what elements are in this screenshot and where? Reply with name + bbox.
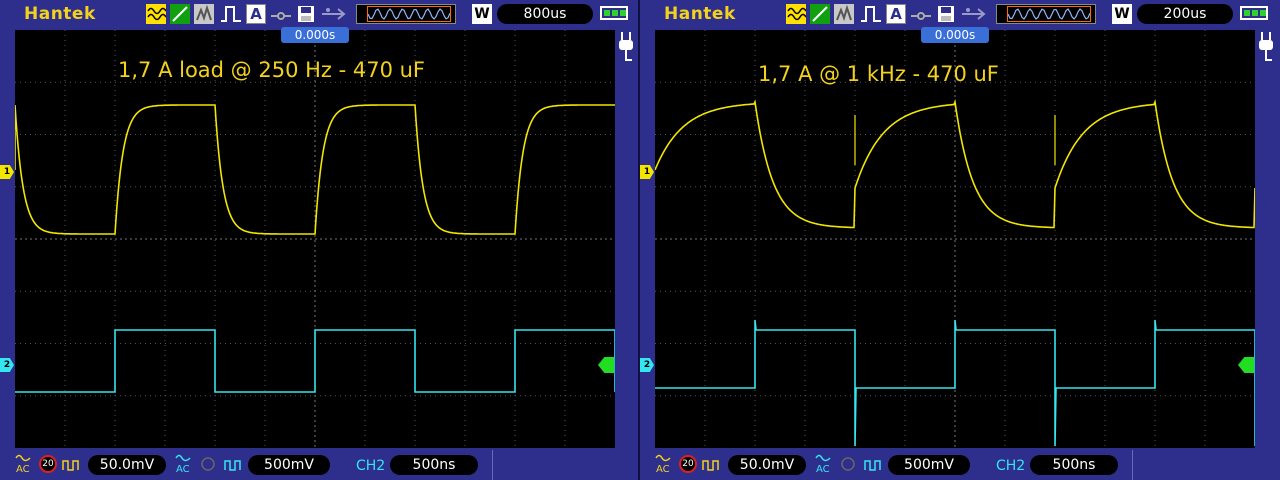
scope-right: Hantek A W 200us 0.000s 1,7 A @ 1 kHz - … bbox=[640, 0, 1280, 480]
auto-icon[interactable]: A bbox=[246, 4, 266, 24]
power-plug-icon bbox=[1259, 32, 1273, 61]
link-icon[interactable] bbox=[270, 4, 292, 24]
trigger-position-readout[interactable]: 0.000s bbox=[281, 27, 349, 43]
brand-logo: Hantek bbox=[664, 4, 736, 24]
w-button[interactable]: W bbox=[1112, 4, 1132, 24]
ac-coupling-icon bbox=[655, 454, 671, 462]
trigger-source-label[interactable]: CH2 bbox=[996, 458, 1025, 474]
waveform-icon[interactable] bbox=[146, 4, 166, 24]
auto-icon[interactable]: A bbox=[886, 4, 906, 24]
waveform-display[interactable] bbox=[15, 30, 615, 448]
top-toolbar: Hantek A W 800us bbox=[0, 0, 640, 28]
ac-coupling-icon-ch2 bbox=[815, 454, 831, 462]
ch1-probe-icon bbox=[702, 460, 719, 471]
ch2-bw-icon bbox=[201, 457, 215, 471]
persistence-icon[interactable] bbox=[194, 4, 214, 24]
ch2-probe-icon bbox=[224, 460, 241, 471]
timebase-display[interactable]: 200us bbox=[1137, 4, 1233, 24]
ch1-level-marker[interactable]: 1 bbox=[640, 165, 654, 179]
ch2-volts-div[interactable]: 500mV bbox=[248, 455, 330, 475]
ch2-level-marker[interactable]: 2 bbox=[0, 358, 14, 372]
ch2-coupling-label: AC bbox=[176, 464, 190, 475]
ch1-probe-icon bbox=[62, 460, 79, 471]
trigger-position-readout[interactable]: 0.000s bbox=[921, 27, 989, 43]
annotation-text: 1,7 A @ 1 kHz - 470 uF bbox=[758, 62, 999, 86]
save-icon[interactable] bbox=[936, 4, 956, 24]
pulse-icon[interactable] bbox=[860, 4, 882, 24]
ch1-volts-div[interactable]: 50.0mV bbox=[88, 455, 166, 475]
ch2-bw-icon bbox=[841, 457, 855, 471]
bandwidth-limit-badge[interactable]: 20 bbox=[679, 455, 697, 473]
ch1-level-marker[interactable]: 1 bbox=[0, 165, 14, 179]
ch2-coupling-label: AC bbox=[816, 464, 830, 475]
timebase-display[interactable]: 800us bbox=[497, 4, 593, 24]
ch1-volts-div[interactable]: 50.0mV bbox=[728, 455, 806, 475]
battery-icon bbox=[1240, 6, 1268, 20]
ac-coupling-icon-ch2 bbox=[175, 454, 191, 462]
running-waveform-icon bbox=[1008, 8, 1090, 20]
ch1-coupling-label: AC bbox=[656, 464, 670, 475]
battery-icon bbox=[600, 6, 628, 20]
trigger-source-label[interactable]: CH2 bbox=[356, 458, 385, 474]
slope-icon[interactable] bbox=[810, 4, 830, 24]
ac-coupling-icon bbox=[15, 454, 31, 462]
w-button[interactable]: W bbox=[472, 4, 492, 24]
top-toolbar: Hantek A W 200us bbox=[640, 0, 1280, 28]
link-icon[interactable] bbox=[910, 4, 932, 24]
ch2-probe-icon bbox=[864, 460, 881, 471]
run-state-indicator[interactable] bbox=[356, 4, 456, 24]
save-icon[interactable] bbox=[296, 4, 316, 24]
power-plug-icon bbox=[619, 32, 633, 61]
usb-icon[interactable] bbox=[960, 4, 986, 24]
ch2-trace bbox=[15, 329, 615, 393]
trigger-value[interactable]: 500ns bbox=[390, 455, 478, 475]
waveform-display[interactable] bbox=[655, 30, 1255, 448]
pulse-icon[interactable] bbox=[220, 4, 242, 24]
status-bar: AC 20 50.0mV AC 500mV CH2 500ns bbox=[0, 450, 640, 480]
trigger-value[interactable]: 500ns bbox=[1030, 455, 1118, 475]
slope-icon[interactable] bbox=[170, 4, 190, 24]
status-bar: AC 20 50.0mV AC 500mV CH2 500ns bbox=[640, 450, 1280, 480]
running-waveform-icon bbox=[368, 8, 450, 20]
ch1-coupling-label: AC bbox=[16, 464, 30, 475]
ch2-trace bbox=[655, 319, 1255, 447]
annotation-text: 1,7 A load @ 250 Hz - 470 uF bbox=[118, 58, 425, 82]
scope-left: Hantek A W 800us 0.000s 1,7 A load @ 250… bbox=[0, 0, 640, 480]
waveform-icon[interactable] bbox=[786, 4, 806, 24]
ch2-level-marker[interactable]: 2 bbox=[640, 358, 654, 372]
run-state-indicator[interactable] bbox=[996, 4, 1096, 24]
brand-logo: Hantek bbox=[24, 4, 96, 24]
usb-icon[interactable] bbox=[320, 4, 346, 24]
persistence-icon[interactable] bbox=[834, 4, 854, 24]
ch2-volts-div[interactable]: 500mV bbox=[888, 455, 970, 475]
ch1-trace bbox=[15, 104, 615, 235]
bandwidth-limit-badge[interactable]: 20 bbox=[39, 455, 57, 473]
